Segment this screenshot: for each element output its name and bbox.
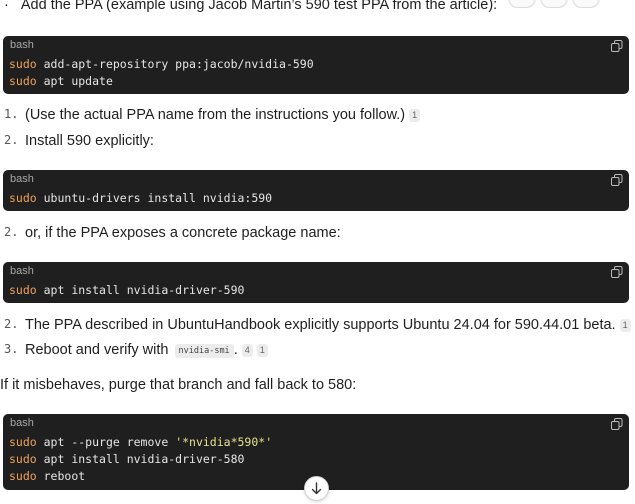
copy-icon[interactable] bbox=[611, 174, 623, 186]
list-item-text: Install 590 explicitly: bbox=[25, 133, 154, 149]
code-lang-label: bash bbox=[10, 265, 34, 277]
code-line: sudo apt update bbox=[9, 74, 113, 88]
list-number: 3. bbox=[4, 342, 19, 356]
code-line: sudo ubuntu-drivers install nvidia:590 bbox=[9, 191, 273, 205]
list-number: 2. bbox=[4, 133, 19, 147]
citation-badge[interactable]: 4 bbox=[241, 344, 253, 357]
list-number: 2. bbox=[4, 225, 19, 239]
list-item-punct: . bbox=[233, 342, 238, 358]
intro-text: Add the PPA (example using Jacob Martin’… bbox=[20, 0, 498, 13]
code-line: sudo add-apt-repository ppa:jacob/nvidia… bbox=[9, 57, 314, 71]
list-item-text: (Use the actual PPA name from the instru… bbox=[25, 107, 406, 123]
inline-code: nvidia-smi bbox=[174, 344, 234, 358]
citation-badge[interactable]: 1 bbox=[256, 344, 268, 357]
paragraph-text: If it misbehaves, purge that branch and … bbox=[0, 377, 357, 393]
copy-icon[interactable] bbox=[611, 266, 623, 278]
list-number: 1. bbox=[4, 107, 19, 121]
code-block-2: bash sudo ubuntu-drivers install nvidia:… bbox=[3, 170, 629, 211]
code-line: sudo apt install nvidia-driver-590 bbox=[9, 283, 245, 297]
list-item-text: or, if the PPA exposes a concrete packag… bbox=[25, 225, 341, 241]
list-item-text: Reboot and verify with bbox=[25, 342, 169, 358]
code-lang-label: bash bbox=[10, 173, 34, 185]
copy-icon[interactable] bbox=[611, 40, 623, 52]
citation-badge[interactable]: 1 bbox=[619, 319, 631, 332]
citation-badge[interactable]: 1 bbox=[409, 109, 421, 122]
code-block-3: bash sudo apt install nvidia-driver-590 bbox=[3, 262, 629, 303]
intro-marker: · bbox=[4, 0, 9, 13]
code-body[interactable]: sudo ubuntu-drivers install nvidia:590 bbox=[9, 190, 623, 207]
scroll-down-button[interactable] bbox=[304, 476, 329, 501]
code-body[interactable]: sudo apt install nvidia-driver-590 bbox=[9, 282, 623, 299]
paragraph: If it misbehaves, purge that branch and … bbox=[0, 377, 635, 393]
copy-icon[interactable] bbox=[611, 418, 623, 430]
code-body[interactable]: sudo add-apt-repository ppa:jacob/nvidia… bbox=[9, 56, 623, 90]
code-lang-label: bash bbox=[10, 417, 34, 429]
list-item-text: The PPA described in UbuntuHandbook expl… bbox=[25, 317, 616, 333]
code-line: sudo apt install nvidia-driver-580 bbox=[9, 452, 245, 466]
arrow-down-icon bbox=[311, 482, 322, 495]
code-lang-label: bash bbox=[10, 39, 34, 51]
code-block-1: bash sudo add-apt-repository ppa:jacob/n… bbox=[3, 36, 629, 94]
list-number: 2. bbox=[4, 317, 19, 331]
code-line: sudo apt --purge remove '*nvidia*590*' bbox=[9, 435, 273, 449]
